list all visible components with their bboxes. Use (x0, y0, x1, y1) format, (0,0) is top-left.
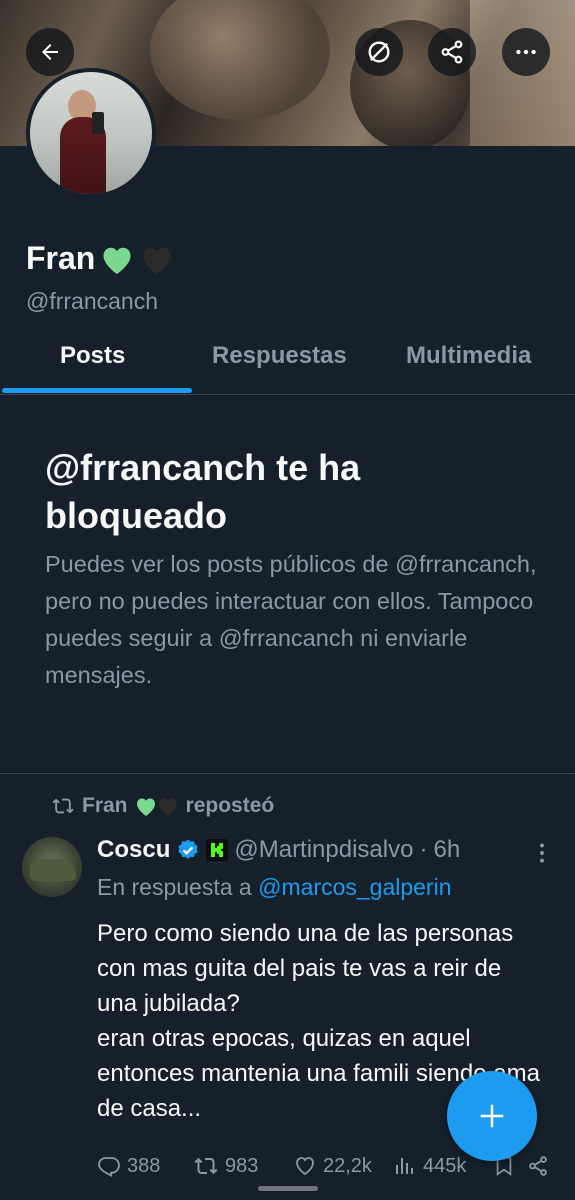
reply-button[interactable]: 388 (97, 1154, 193, 1178)
share-button[interactable] (428, 28, 476, 76)
reply-count: 388 (127, 1154, 161, 1177)
repost-button[interactable]: 983 (193, 1154, 293, 1178)
reply-to-link[interactable]: @marcos_galperin (258, 874, 451, 900)
tab-multimedia[interactable]: Multimedia (406, 342, 531, 370)
tweet-more-button[interactable] (535, 840, 549, 871)
premium-button[interactable] (355, 28, 403, 76)
profile-name: Fran (26, 240, 96, 276)
repost-icon (194, 1157, 218, 1175)
like-count: 22,2k (323, 1154, 372, 1177)
reply-context: En respuesta a @marcos_galperin (97, 874, 452, 901)
repost-by: Fran (82, 794, 128, 817)
views-count: 445k (423, 1154, 467, 1177)
tweet-author-name[interactable]: Coscu (97, 836, 170, 864)
repost-icon (52, 798, 74, 814)
divider (0, 773, 575, 774)
more-icon (516, 49, 536, 55)
profile-tabs: Posts Respuestas Multimedia (0, 328, 575, 395)
back-button[interactable] (26, 28, 74, 76)
green-heart-icon (136, 798, 155, 816)
kick-badge-icon (206, 839, 229, 861)
compose-button[interactable] (447, 1071, 537, 1161)
tweet-separator: · (419, 836, 428, 863)
like-button[interactable]: 22,2k (293, 1154, 393, 1178)
active-tab-indicator (2, 388, 192, 393)
tweet-time[interactable]: 6h (433, 836, 460, 864)
black-heart-icon (158, 798, 177, 816)
blocked-title: @frrancanch te ha bloqueado (45, 447, 361, 536)
reply-icon (98, 1157, 120, 1177)
more-vertical-icon (540, 843, 544, 863)
blocked-notice: @frrancanch te ha bloqueado Puedes ver l… (45, 444, 545, 694)
tab-posts[interactable]: Posts (60, 342, 125, 370)
share-tweet-button[interactable] (527, 1155, 549, 1177)
more-button[interactable] (502, 28, 550, 76)
banner-photo-shape (150, 0, 330, 120)
reply-prefix: En respuesta a (97, 874, 252, 900)
premium-icon (368, 41, 390, 63)
green-heart-icon (103, 247, 131, 274)
profile-avatar[interactable] (26, 68, 156, 198)
tab-respuestas[interactable]: Respuestas (212, 342, 347, 370)
arrow-left-icon (42, 44, 58, 60)
plus-icon (480, 1104, 504, 1128)
share-icon (441, 40, 463, 64)
views-icon (396, 1158, 413, 1174)
heart-icon (296, 1157, 314, 1176)
tweet-header: Coscu @Martinpdisalvo · 6h (97, 836, 460, 864)
tweet-author-avatar[interactable] (22, 837, 82, 897)
repost-count: 983 (225, 1154, 259, 1177)
share-icon (529, 1156, 547, 1176)
verified-badge-icon (178, 839, 199, 859)
tweet-username[interactable]: @Martinpdisalvo (234, 836, 413, 864)
blocked-description: Puedes ver los posts públicos de @frranc… (45, 551, 537, 688)
profile-name-row: Fran (26, 240, 175, 277)
repost-indicator[interactable]: Fran reposteó (50, 794, 274, 818)
profile-handle: @frrancanch (26, 288, 159, 314)
home-indicator[interactable] (258, 1186, 318, 1191)
black-heart-icon (143, 247, 171, 274)
repost-label: reposteó (185, 794, 275, 817)
